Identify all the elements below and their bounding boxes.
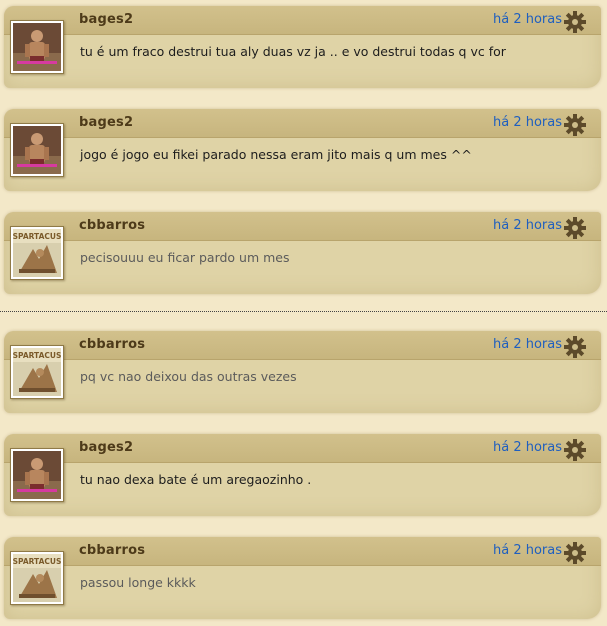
author-name[interactable]: bages2 <box>79 12 133 27</box>
avatar-caption: SPARTACUS <box>13 232 61 241</box>
message-item: SPARTACUS cbbarros há 2 horas pecisouuu … <box>0 212 607 294</box>
spartacus-avatar-icon: SPARTACUS <box>13 554 61 602</box>
gear-icon[interactable] <box>564 439 586 461</box>
message-feed: bages2 há 2 horas tu é um fraco destrui … <box>0 0 607 626</box>
avatar-caption: SPARTACUS <box>13 557 61 566</box>
gladiator-avatar-icon <box>13 451 61 499</box>
message-text: passou longe kkkk <box>80 575 196 590</box>
timestamp-link[interactable]: há 2 horas <box>493 218 562 233</box>
timestamp-link[interactable]: há 2 horas <box>493 440 562 455</box>
message-text: pq vc nao deixou das outras vezes <box>80 369 297 384</box>
message-item: bages2 há 2 horas tu é um fraco destrui … <box>0 6 607 88</box>
message-item: SPARTACUS cbbarros há 2 horas passou lon… <box>0 537 607 619</box>
message-text: pecisouuu eu ficar pardo um mes <box>80 250 290 265</box>
spartacus-avatar-icon: SPARTACUS <box>13 348 61 396</box>
message-item: SPARTACUS cbbarros há 2 horas pq vc nao … <box>0 331 607 413</box>
page-divider <box>0 311 607 312</box>
author-name[interactable]: bages2 <box>79 115 133 130</box>
timestamp-link[interactable]: há 2 horas <box>493 12 562 27</box>
avatar[interactable] <box>10 448 64 502</box>
avatar[interactable]: SPARTACUS <box>10 551 64 605</box>
timestamp-link[interactable]: há 2 horas <box>493 337 562 352</box>
message-text: jogo é jogo eu fikei parado nessa eram j… <box>80 147 472 162</box>
gear-icon[interactable] <box>564 114 586 136</box>
avatar[interactable]: SPARTACUS <box>10 226 64 280</box>
author-name[interactable]: cbbarros <box>79 218 145 233</box>
timestamp-link[interactable]: há 2 horas <box>493 543 562 558</box>
gear-icon[interactable] <box>564 11 586 33</box>
gear-icon[interactable] <box>564 217 586 239</box>
author-name[interactable]: bages2 <box>79 440 133 455</box>
timestamp-link[interactable]: há 2 horas <box>493 115 562 130</box>
message-item: bages2 há 2 horas tu nao dexa bate é um … <box>0 434 607 516</box>
avatar[interactable] <box>10 123 64 177</box>
gear-icon[interactable] <box>564 542 586 564</box>
spartacus-avatar-icon: SPARTACUS <box>13 229 61 277</box>
gladiator-avatar-icon <box>13 23 61 71</box>
gear-icon[interactable] <box>564 336 586 358</box>
avatar[interactable]: SPARTACUS <box>10 345 64 399</box>
avatar-caption: SPARTACUS <box>13 351 61 360</box>
avatar[interactable] <box>10 20 64 74</box>
message-text: tu é um fraco destrui tua aly duas vz ja… <box>80 44 506 59</box>
author-name[interactable]: cbbarros <box>79 337 145 352</box>
message-item: bages2 há 2 horas jogo é jogo eu fikei p… <box>0 109 607 191</box>
message-text: tu nao dexa bate é um aregaozinho . <box>80 472 312 487</box>
author-name[interactable]: cbbarros <box>79 543 145 558</box>
gladiator-avatar-icon <box>13 126 61 174</box>
